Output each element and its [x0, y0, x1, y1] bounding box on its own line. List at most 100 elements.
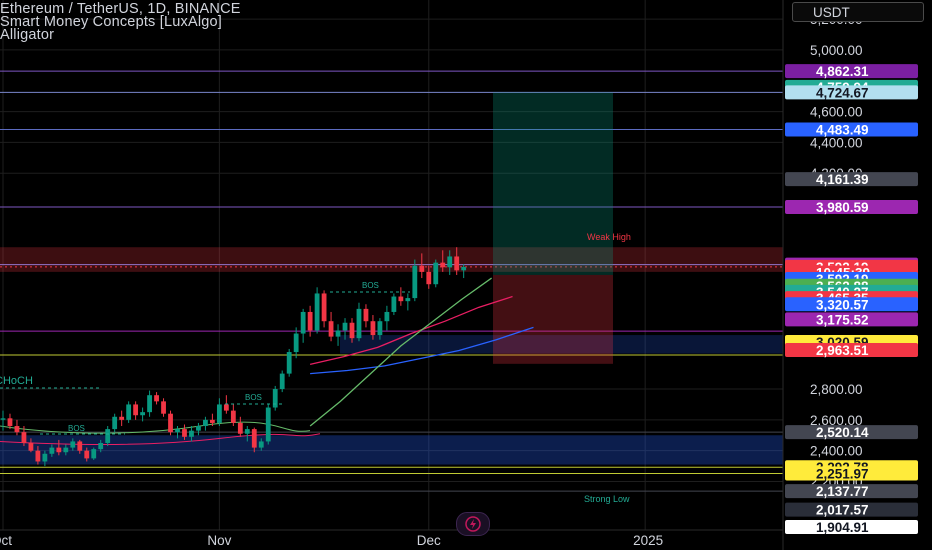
price-tag-label: 3,980.59 [816, 200, 869, 215]
candle-body [133, 404, 139, 416]
candle-body [440, 262, 446, 268]
replay-button[interactable] [456, 512, 490, 536]
candle-body [182, 429, 187, 437]
candle-body [161, 401, 166, 414]
long-position-tool[interactable] [493, 92, 613, 364]
candle-body [216, 404, 222, 423]
price-tag-label: 2,963.51 [816, 343, 869, 358]
candle-body [154, 395, 159, 402]
price-axis-label: 4,400.00 [810, 135, 863, 150]
candle-body [196, 426, 201, 431]
candle-body [105, 429, 111, 443]
candle-body [286, 352, 292, 374]
weak-high-label: Weak High [587, 232, 631, 242]
candle-body [412, 265, 418, 299]
candle-body [112, 416, 118, 430]
strong-low-label: Strong Low [584, 494, 630, 504]
candle-body [426, 271, 432, 285]
candle-body [300, 311, 306, 334]
chart-legend: Ethereum / TetherUS, 1D, BINANCE Smart M… [0, 0, 241, 43]
candle-body [342, 322, 348, 331]
candle-body [126, 404, 132, 420]
candle-body [237, 422, 243, 434]
candle-body [230, 410, 236, 423]
candle-body [370, 321, 376, 336]
price-tag-label: 4,161.39 [816, 172, 869, 187]
candle-body [70, 441, 76, 448]
candle-body [405, 298, 411, 302]
candle-body [244, 429, 250, 434]
candle-body [84, 450, 90, 459]
candle-body [321, 293, 327, 322]
candle-body [7, 418, 13, 427]
candle-body [279, 373, 285, 390]
candle-body [210, 419, 215, 423]
candle-body [433, 262, 439, 285]
currency-selector[interactable]: USDT [792, 2, 924, 22]
candle-body [377, 321, 383, 336]
candle-body [35, 450, 41, 462]
price-tag-label: 2,017.57 [816, 503, 869, 518]
candle-body [42, 453, 48, 462]
candle-body [335, 330, 341, 337]
price-axis-label: 2,400.00 [810, 444, 863, 459]
candle-body [56, 447, 62, 453]
candle-body [447, 256, 453, 268]
candle-body [349, 322, 355, 339]
candle-body [77, 441, 83, 451]
candle-body [461, 266, 467, 271]
lightning-icon [465, 516, 481, 532]
candle-body [391, 296, 397, 312]
stop-loss-area [493, 274, 613, 364]
price-tag-label: 4,862.31 [816, 64, 869, 79]
candle-body [258, 441, 264, 448]
candle-body [168, 413, 173, 433]
candle-body [328, 321, 334, 337]
price-axis-label: 2,800.00 [810, 382, 863, 397]
candle-body [363, 308, 369, 322]
time-axis-label: Nov [207, 533, 232, 548]
candle-body [63, 447, 69, 453]
price-tag-label: 3,175.52 [816, 312, 869, 327]
take-profit-area [493, 92, 613, 275]
price-tag-label: 3,320.57 [816, 297, 869, 312]
candle-body [28, 442, 34, 451]
price-tag-label: 2,137.77 [816, 484, 869, 499]
candle-body [91, 449, 97, 459]
price-tags: 4,862.314,759.944,724.674,483.494,161.39… [785, 64, 918, 535]
candle-body [14, 426, 20, 433]
time-axis-label: 2025 [633, 533, 664, 548]
legend-indicator-alligator[interactable]: Alligator [0, 28, 241, 43]
candle-body [140, 412, 145, 416]
candle-body [272, 389, 278, 408]
candle-body [21, 432, 27, 443]
supply-zone [0, 247, 783, 272]
candle-body [223, 404, 229, 411]
candle-body [175, 429, 180, 433]
candle-body [119, 416, 125, 420]
candle-body [293, 333, 299, 353]
candle-body [98, 442, 104, 450]
bos-label: BOS [68, 424, 85, 433]
price-axis-label: 5,000.00 [810, 43, 863, 58]
choch-label: CHoCH [0, 375, 33, 387]
candle-body [314, 293, 320, 331]
candle-body [398, 296, 404, 302]
candle-body [189, 430, 194, 437]
price-tag-label: 4,483.49 [816, 123, 869, 138]
time-axis-label: Oct [0, 533, 13, 548]
candle-body [307, 311, 313, 331]
price-tag-label: 2,520.14 [816, 425, 869, 440]
candle-body [384, 311, 390, 322]
bos-label: BOS [362, 281, 379, 290]
candle-body [265, 407, 271, 442]
candle-body [49, 447, 55, 454]
candle-body [251, 429, 257, 448]
candle-body [419, 265, 425, 272]
candle-body [356, 308, 362, 339]
time-axis-label: Dec [416, 533, 441, 548]
candle-body [147, 395, 152, 413]
bos-label: BOS [245, 393, 262, 402]
demand-zone-low [0, 435, 783, 465]
price-chart[interactable]: Weak HighStrong LowCHoCHBOSBOSBOS 5,200.… [0, 0, 932, 550]
